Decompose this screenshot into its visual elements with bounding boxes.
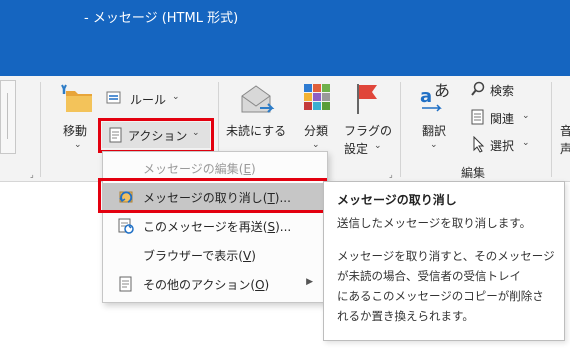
tooltip-text: れるか置き換えられます。 <box>337 309 474 323</box>
title-bar: - メッセージ (HTML 形式) <box>0 0 570 76</box>
menu-item-resend-message[interactable]: このメッセージを再送(S)... <box>103 212 327 240</box>
move-folder-icon <box>61 84 92 112</box>
access-key: E <box>243 162 252 176</box>
other-actions-icon <box>119 276 132 292</box>
flag-icon <box>357 84 377 114</box>
follow-up-label-line1: フラグの <box>344 124 393 138</box>
chevron-down-icon: ⌄ <box>522 138 530 148</box>
menu-item-label: メッセージの編集(E) <box>143 162 256 176</box>
svg-text:a: a <box>420 86 432 107</box>
menu-item-label: ブラウザーで表示(V) <box>143 249 256 263</box>
rules-icon <box>106 91 121 104</box>
submenu-arrow-icon: ▶ <box>306 277 313 287</box>
group-launcher-icon[interactable]: ⌟ <box>30 171 38 179</box>
tooltip-title: メッセージの取り消し <box>337 193 457 207</box>
search-icon <box>471 81 485 96</box>
menu-item-label: このメッセージを再送(S)... <box>143 220 292 234</box>
access-key: S <box>267 220 276 234</box>
translate-icon: a あ <box>420 81 450 112</box>
recall-tooltip: メッセージの取り消し 送信したメッセージを取り消します。 メッセージを取り消すと… <box>323 181 565 341</box>
rules-button[interactable]: ルール ⌄ <box>106 89 186 109</box>
recall-highlight <box>98 178 327 213</box>
ribbon-separator <box>40 82 41 177</box>
move-label: 移動 <box>63 124 88 138</box>
svg-text:あ: あ <box>434 81 450 100</box>
actions-highlight <box>98 118 214 153</box>
related-label: 関連 <box>490 112 515 126</box>
partial-label: 声 <box>560 142 570 156</box>
group-launcher-icon[interactable]: ⌟ <box>389 171 397 179</box>
translate-label: 翻訳 <box>422 124 447 138</box>
tooltip-text: にあるこのメッセージのコピーが削除さ <box>337 289 544 303</box>
chevron-down-icon: ⌄ <box>374 141 382 151</box>
resend-icon <box>118 218 134 234</box>
related-icon <box>471 109 484 125</box>
categorize-label: 分類 <box>304 124 329 138</box>
menu-item-view-in-browser[interactable]: ブラウザーで表示(V) <box>103 241 327 269</box>
translate-button[interactable]: a あ 翻訳 ⌄ <box>414 78 460 158</box>
tooltip-text: 送信したメッセージを取り消します。 <box>337 216 532 230</box>
rules-label: ルール <box>130 93 167 107</box>
categorize-button[interactable]: 分類 ⌄ <box>298 78 338 150</box>
chevron-down-icon: ⌄ <box>522 111 530 121</box>
related-button[interactable]: 関連 ⌄ <box>470 109 540 127</box>
read-aloud-button-partial[interactable]: 音 声 <box>558 78 570 158</box>
cursor-icon <box>473 136 485 153</box>
select-button[interactable]: 選択 ⌄ <box>470 136 540 154</box>
envelope-icon <box>241 85 275 113</box>
tooltip-text: メッセージを取り消すと、そのメッセージ <box>337 249 555 263</box>
editing-group-label: 編集 <box>461 166 486 180</box>
chevron-down-icon: ⌄ <box>74 140 82 150</box>
follow-up-label-line2: 設定 <box>344 142 369 156</box>
select-label: 選択 <box>490 139 515 153</box>
follow-up-button[interactable]: フラグの 設定 ⌄ <box>340 78 392 158</box>
categorize-icon <box>304 84 330 110</box>
access-key: O <box>255 278 265 292</box>
search-button[interactable]: 検索 <box>470 81 530 99</box>
ribbon-separator <box>400 82 401 177</box>
chevron-down-icon: ⌄ <box>430 140 438 150</box>
ribbon-separator <box>551 82 552 177</box>
actions-menu: メッセージの編集(E) メッセージの取り消し(T)... このメッセージを再送(… <box>102 151 328 303</box>
chevron-down-icon: ⌄ <box>172 92 180 102</box>
search-label: 検索 <box>490 84 515 98</box>
menu-item-label: その他のアクション(O) <box>143 278 270 292</box>
move-button[interactable]: 移動 ⌄ <box>56 78 98 150</box>
access-key: V <box>242 249 252 263</box>
ribbon-scroll-stub[interactable] <box>0 80 16 154</box>
mark-unread-button[interactable]: 未読にする <box>224 78 292 148</box>
chevron-down-icon: ⌄ <box>312 140 320 150</box>
menu-item-other-actions[interactable]: その他のアクション(O) ▶ <box>103 270 327 298</box>
partial-label: 音 <box>560 124 570 138</box>
window-title: - メッセージ (HTML 形式) <box>84 11 239 26</box>
tooltip-text: が未読の場合、受信者の受信トレイ <box>337 269 521 283</box>
mark-unread-label: 未読にする <box>226 124 287 138</box>
